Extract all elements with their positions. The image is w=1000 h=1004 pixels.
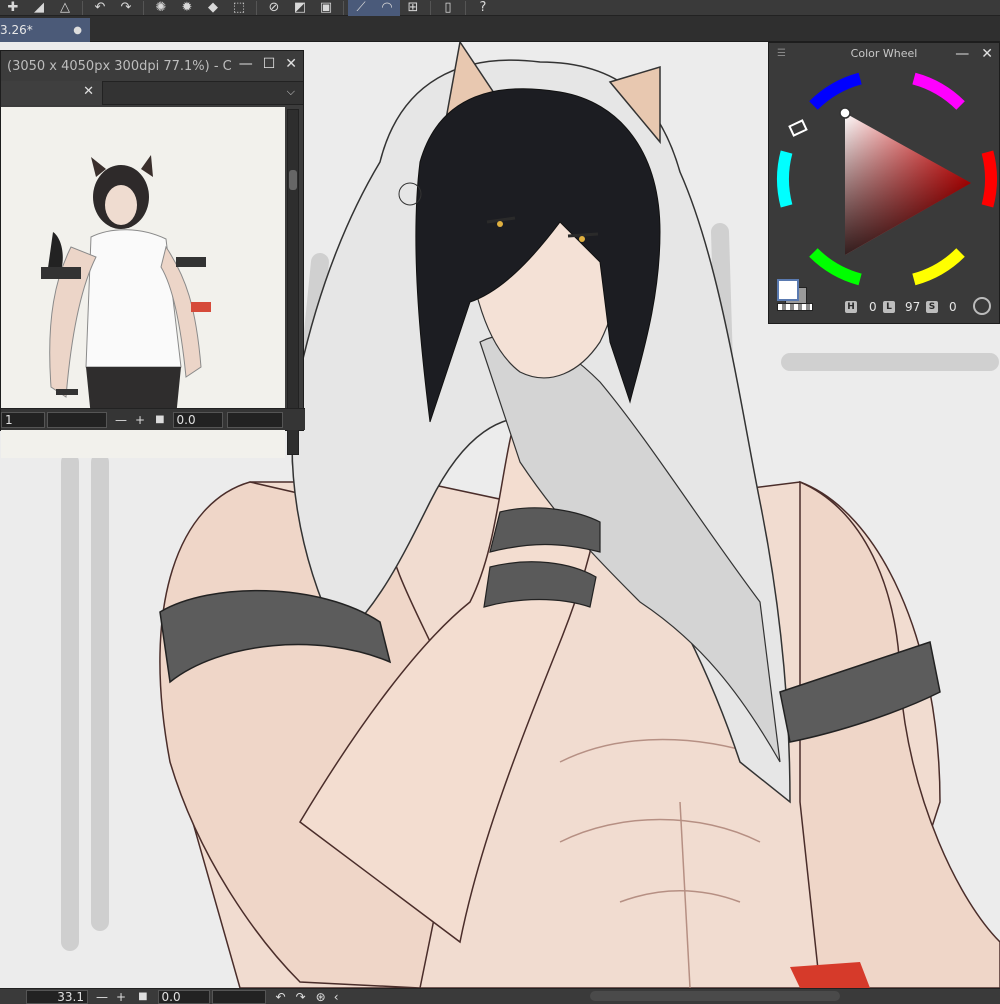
minimize-icon[interactable]: —: [239, 56, 253, 72]
transparent-color-icon[interactable]: [777, 303, 813, 311]
color-wheel-footer: H 0 L 97 S 0: [769, 297, 1000, 319]
frame-icon[interactable]: ▣: [313, 0, 339, 16]
snap-curve-icon[interactable]: ◠: [374, 0, 400, 16]
loading-icon[interactable]: ✺: [148, 0, 174, 16]
toolbar-divider: [82, 0, 83, 15]
rotate-right-icon[interactable]: ↷: [296, 990, 306, 1004]
hue-marker[interactable]: [788, 119, 808, 137]
snap-ruler-icon[interactable]: ⟋: [348, 0, 374, 16]
color-wheel-titlebar[interactable]: ☰ Color Wheel — ✕: [769, 43, 999, 65]
document-tab-label: 3.26*: [0, 23, 33, 37]
scrollbar-thumb[interactable]: [289, 170, 297, 190]
sub-view-panel: (3050 x 4050px 300dpi 77.1%) - C — ☐ ✕ ✕…: [0, 50, 305, 458]
rotate-left-icon[interactable]: ↶: [276, 990, 286, 1004]
hue-label: H: [845, 301, 857, 313]
triangle-ruler-icon[interactable]: △: [52, 0, 78, 16]
toolbar-divider: [143, 0, 144, 15]
ruler-edit-icon[interactable]: ⊞: [400, 0, 426, 16]
sub-view-titlebar[interactable]: (3050 x 4050px 300dpi 77.1%) - C — ☐ ✕: [1, 51, 303, 81]
reset-rotation-icon[interactable]: ⊛: [316, 990, 326, 1004]
saturation-label: S: [926, 301, 938, 313]
help-icon[interactable]: ?: [470, 0, 496, 16]
toolbar-divider: [430, 0, 431, 15]
luminance-label: L: [883, 301, 895, 313]
canvas-angle-slider[interactable]: [211, 989, 266, 1004]
reference-image[interactable]: [1, 107, 285, 458]
color-space-icon[interactable]: [973, 297, 991, 315]
panel-grip-icon[interactable]: ☰: [777, 43, 786, 65]
close-tab-icon[interactable]: ✕: [83, 84, 94, 99]
stop-icon[interactable]: ■: [155, 414, 164, 425]
redo-icon[interactable]: ↷: [113, 0, 139, 16]
zoom-in-icon[interactable]: +: [116, 990, 126, 1004]
toolbar-divider: [256, 0, 257, 15]
sub-view-scrollbar[interactable]: [287, 109, 299, 455]
sub-view-zoom-field[interactable]: 1: [1, 411, 45, 428]
maximize-icon[interactable]: ☐: [263, 56, 276, 72]
clip-studio-window: ✚ ◢ △ ↶ ↷ ✺ ✹ ◆ ⬚ ⊘ ◩ ▣ ⟋ ◠ ⊞ ▯ ? 3.26* …: [0, 0, 1000, 1004]
luminance-value[interactable]: 97: [905, 300, 920, 314]
unsaved-dot-icon[interactable]: ●: [73, 25, 82, 36]
sub-view-tab-bar: ✕ ⌵: [1, 81, 303, 105]
canvas-status-bar: 33.1 — + ■ 0.0 ↶ ↷ ⊛ ‹: [0, 988, 1000, 1004]
sub-view-angle-slider[interactable]: [226, 411, 283, 428]
reference-illustration: [1, 107, 285, 458]
sub-view-title: (3050 x 4050px 300dpi 77.1%) - C: [7, 58, 232, 74]
color-wheel-panel: ☰ Color Wheel — ✕ H 0 L 97 S 0: [768, 42, 1000, 324]
color-wheel-body: [769, 65, 1000, 325]
document-tab-bar: 3.26* ●: [0, 16, 1000, 42]
command-bar: ✚ ◢ △ ↶ ↷ ✺ ✹ ◆ ⬚ ⊘ ◩ ▣ ⟋ ◠ ⊞ ▯ ?: [0, 0, 1000, 16]
sub-view-zoom-slider[interactable]: [47, 411, 107, 428]
flip-horizontal-icon[interactable]: ‹: [334, 990, 339, 1004]
burst-icon[interactable]: ✹: [174, 0, 200, 16]
fill-icon[interactable]: ◆: [200, 0, 226, 16]
sub-view-footer: 1 — + ■ 0.0: [1, 408, 305, 430]
undo-icon[interactable]: ↶: [87, 0, 113, 16]
zoom-in-icon[interactable]: +: [135, 413, 145, 427]
color-picker-marker[interactable]: [839, 107, 851, 119]
eraser-icon[interactable]: ◢: [26, 0, 52, 16]
hue-value[interactable]: 0: [869, 300, 877, 314]
fit-canvas-icon[interactable]: ■: [138, 991, 147, 1002]
transform-icon[interactable]: ⬚: [226, 0, 252, 16]
invert-icon[interactable]: ◩: [287, 0, 313, 16]
toolbar-divider: [465, 0, 466, 15]
color-wheel-title: Color Wheel: [850, 47, 918, 60]
saturation-value[interactable]: 0: [949, 300, 957, 314]
chevron-down-icon[interactable]: ⌵: [287, 85, 295, 99]
hue-ring[interactable]: [769, 65, 1000, 295]
zoom-out-icon[interactable]: —: [96, 990, 108, 1004]
minimize-icon[interactable]: —: [955, 43, 969, 65]
sub-view-tab[interactable]: ✕: [1, 81, 103, 105]
deselect-icon[interactable]: ⊘: [261, 0, 287, 16]
device-icon[interactable]: ▯: [435, 0, 461, 16]
close-icon[interactable]: ✕: [981, 43, 993, 65]
zoom-out-icon[interactable]: —: [115, 413, 127, 427]
canvas-angle-field[interactable]: 0.0: [157, 989, 210, 1004]
document-tab[interactable]: 3.26* ●: [0, 18, 90, 42]
sub-view-angle-field[interactable]: 0.0: [172, 411, 223, 428]
close-icon[interactable]: ✕: [285, 56, 297, 72]
canvas-zoom-field[interactable]: 33.1: [26, 989, 88, 1004]
new-layer-icon[interactable]: ✚: [0, 0, 26, 16]
horizontal-scrollbar[interactable]: [590, 991, 840, 1001]
toolbar-divider: [343, 0, 344, 15]
